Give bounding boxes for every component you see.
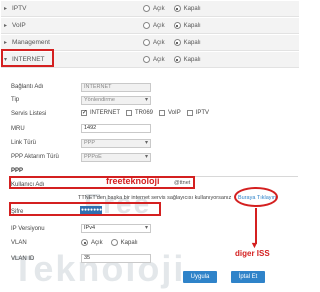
annotation-label: diger ISS [235,249,270,258]
radio-acik[interactable] [143,56,150,63]
ip-version-label: IP Versiyonu [11,226,45,232]
radio-kapali-label: Kapalı [183,56,201,63]
chevron-right-icon: ▸ [4,40,8,46]
service-voip-checkbox[interactable] [159,110,166,116]
vlan-off-radio[interactable] [110,239,118,246]
highlight-internet [1,49,54,67]
radio-acik-label: Açık [153,39,165,46]
radio-kapali-label: Kapalı [183,5,201,12]
ppp-transfer-select[interactable]: PPPoE [81,153,151,162]
ppp-heading: PPP [11,168,24,174]
radio-kapali[interactable] [173,39,181,46]
vlan-label: VLAN [11,240,27,246]
radio-acik-label: Açık [153,56,165,63]
link-type-label: Link Türü [11,140,36,146]
highlight-password [9,202,161,216]
vlan-options: Açık Kapalı [81,239,138,246]
type-select[interactable]: Yönlendirme [81,96,151,105]
section-voip[interactable]: ▸ VoIP Açık Kapalı [1,18,299,34]
vlan-on-label: Açık [91,239,103,246]
radio-kapali[interactable] [173,22,181,29]
vlan-off-label: Kapalı [120,239,138,246]
service-list-options: INTERNET TR069 VoIP IPTV [81,109,210,116]
cancel-button[interactable]: İptal Et [231,271,265,283]
chevron-right-icon: ▸ [4,23,8,29]
highlight-username [9,176,195,189]
radio-kapali-label: Kapalı [183,22,201,29]
connection-name-field[interactable]: INTERNET [81,83,151,92]
apply-button[interactable]: Uygula [183,271,217,283]
service-internet-label: INTERNET [90,110,120,116]
type-label: Tip [11,97,20,103]
section-title: IPTV [12,5,27,12]
service-iptv-label: IPTV [195,110,210,116]
service-iptv-checkbox[interactable] [186,110,193,116]
service-list-label: Servis Listesi [11,111,47,117]
radio-acik-label: Açık [153,5,165,12]
radio-acik[interactable] [143,5,150,12]
chevron-right-icon: ▸ [4,6,8,12]
service-tr069-checkbox[interactable] [126,110,132,116]
section-title: VoIP [12,22,26,29]
section-iptv[interactable]: ▸ IPTV Açık Kapalı [1,1,299,17]
vlan-id-field[interactable]: 35 [81,254,151,263]
radio-acik[interactable] [143,39,150,46]
radio-acik[interactable] [143,22,150,29]
link-type-select[interactable]: PPP [81,139,151,148]
ppp-transfer-label: PPP Aktarım Türü [11,154,59,160]
service-internet-checkbox[interactable] [81,109,87,116]
isp-info-text: TTNET'den başka bir internet servis sağl… [78,195,232,201]
highlight-info-link-oval [234,187,278,207]
vlan-id-label: VLAN ID [11,256,35,262]
vlan-on-radio[interactable] [81,239,88,246]
ip-version-select[interactable]: IPv4 [81,224,151,233]
section-title: Management [12,39,50,46]
service-voip-label: VoIP [168,110,181,116]
radio-kapali-label: Kapalı [183,39,201,46]
radio-acik-label: Açık [153,22,165,29]
arrow-shaft [255,208,257,244]
connection-name-label: Bağlantı Adı [11,84,44,90]
service-tr069-label: TR069 [135,110,154,116]
mru-field[interactable]: 1492 [81,124,151,133]
radio-kapali[interactable] [173,56,181,63]
mru-label: MRU [11,126,25,132]
radio-kapali[interactable] [173,5,181,12]
